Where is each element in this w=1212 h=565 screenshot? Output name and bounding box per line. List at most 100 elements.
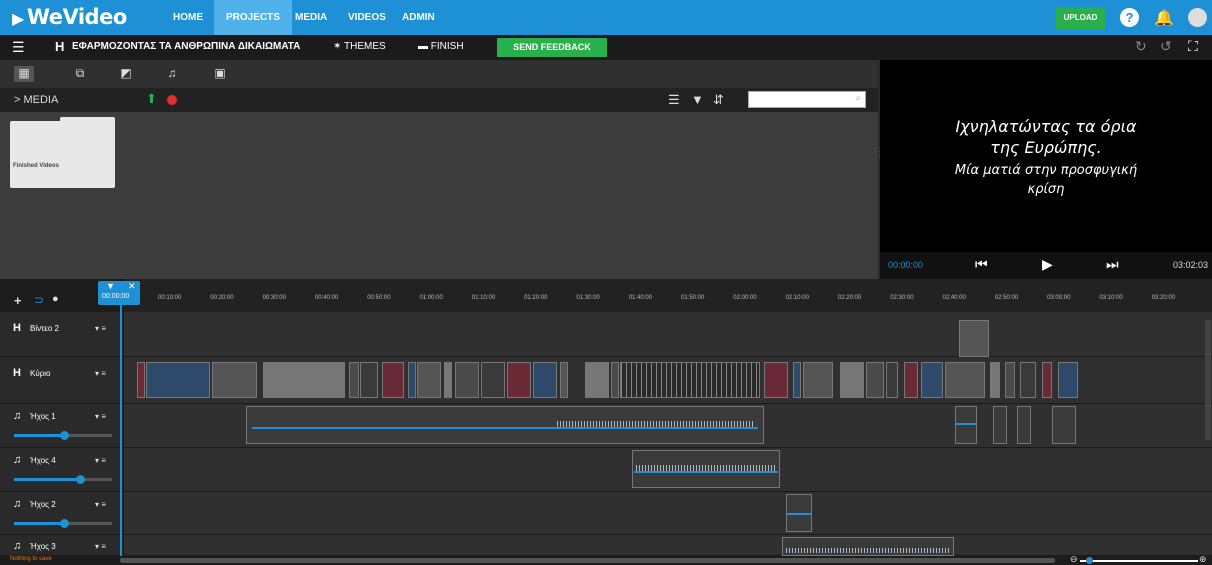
split-icon[interactable]: ✕ — [128, 281, 136, 292]
track-menu-icon[interactable]: ▾ ≡ — [95, 456, 106, 465]
video-clip[interactable] — [408, 362, 416, 398]
track-menu-icon[interactable]: ▾ ≡ — [95, 412, 106, 421]
sort-icon[interactable]: ⇵ — [713, 92, 724, 108]
tab-media-library-icon[interactable]: ▦ — [14, 66, 34, 82]
audio-clip[interactable] — [1017, 406, 1031, 444]
video-clip[interactable] — [921, 362, 943, 398]
folder-finished-videos[interactable]: Finished Videos — [10, 117, 115, 188]
video-clip[interactable] — [263, 362, 345, 398]
tab-transitions-icon[interactable]: ⧉ — [70, 66, 90, 82]
audio-clip[interactable] — [1052, 406, 1076, 444]
audio-clip[interactable] — [786, 494, 812, 532]
record-icon[interactable] — [167, 95, 177, 105]
video-clip[interactable] — [1042, 362, 1052, 398]
nav-home[interactable]: HOME — [161, 0, 215, 35]
video-clip[interactable] — [349, 362, 359, 398]
finish-button[interactable]: ▬ FINISH — [418, 41, 464, 52]
video-clip[interactable] — [360, 362, 378, 398]
track-menu-icon[interactable]: ▾ ≡ — [95, 500, 106, 509]
video-clip[interactable] — [146, 362, 210, 398]
tab-graphics-icon[interactable]: ◩ — [116, 66, 136, 82]
magnet-icon[interactable]: ⊃ — [34, 293, 44, 307]
video-clip[interactable] — [585, 362, 609, 398]
menu-icon[interactable]: ☰ — [12, 39, 25, 56]
video-clip[interactable] — [444, 362, 452, 398]
mic-icon[interactable]: ● — [52, 293, 59, 305]
track-name[interactable]: Βίντεο 2 — [30, 324, 59, 333]
help-icon[interactable]: ? — [1120, 8, 1139, 27]
redo-icon[interactable]: ↻ — [1135, 38, 1147, 55]
nav-projects[interactable]: PROJECTS — [214, 0, 292, 35]
audio-clip[interactable] — [632, 450, 780, 488]
filter-icon[interactable]: ▼ — [691, 92, 704, 107]
timeline-vertical-scrollbar[interactable] — [1205, 320, 1211, 440]
audio-clip[interactable] — [955, 406, 977, 444]
send-feedback-button[interactable]: SEND FEEDBACK — [497, 38, 607, 57]
video-clip[interactable] — [764, 362, 788, 398]
video-clip[interactable] — [945, 362, 985, 398]
themes-button[interactable]: ✶ THEMES — [333, 41, 386, 52]
nav-admin[interactable]: ADMIN — [390, 0, 447, 35]
track-menu-icon[interactable]: ▾ ≡ — [95, 369, 106, 378]
upload-button[interactable]: UPLOAD — [1056, 7, 1105, 29]
video-clip[interactable] — [1058, 362, 1078, 398]
play-icon[interactable]: ▶ — [1042, 256, 1053, 273]
wevideo-logo[interactable]: ▶ WeVideo — [12, 5, 127, 29]
volume-slider[interactable] — [14, 475, 112, 484]
video-clip[interactable] — [793, 362, 801, 398]
zoom-in-icon[interactable]: ⊕ — [1199, 554, 1207, 565]
panel-resize-handle[interactable]: ⋮ — [876, 150, 884, 164]
skip-back-icon[interactable]: ⏮ — [975, 256, 988, 273]
zoom-out-icon[interactable]: ⊖ — [1070, 554, 1078, 565]
video-clip[interactable] — [1005, 362, 1015, 398]
playhead[interactable]: ▼ ✕ 00:00:00 — [98, 281, 140, 305]
timeline-horizontal-scrollbar[interactable] — [120, 558, 1055, 563]
volume-knob[interactable] — [60, 519, 69, 528]
track-menu-icon[interactable]: ▾ ≡ — [95, 324, 106, 333]
undo-icon[interactable]: ↺ — [1160, 38, 1172, 55]
media-search-input[interactable]: ⌕ — [748, 91, 866, 108]
video-clip[interactable] — [137, 362, 145, 398]
track-name[interactable]: Ήχος 3 — [30, 542, 56, 551]
video-clip[interactable] — [904, 362, 918, 398]
upload-media-icon[interactable]: ⬆ — [146, 91, 157, 107]
project-title[interactable]: ΕΦΑΡΜΟΖΟΝΤΑΣ ΤΑ ΑΝΘΡΩΠΙΝΑ ΔΙΚΑΙΩΜΑΤΑ — [72, 41, 300, 52]
video-clip[interactable] — [1020, 362, 1036, 398]
audio-clip[interactable] — [246, 406, 764, 444]
track-name[interactable]: Κύριο — [30, 369, 51, 378]
track-name[interactable]: Ήχος 2 — [30, 500, 56, 509]
nav-media[interactable]: MEDIA — [283, 0, 339, 35]
video-clip[interactable] — [959, 320, 989, 357]
list-view-icon[interactable]: ☰ — [668, 92, 680, 108]
video-clip[interactable] — [417, 362, 441, 398]
volume-knob[interactable] — [76, 475, 85, 484]
tab-music-icon[interactable]: ♫ — [162, 66, 182, 82]
volume-knob[interactable] — [60, 431, 69, 440]
track-name[interactable]: Ήχος 1 — [30, 412, 56, 421]
video-clip[interactable] — [886, 362, 898, 398]
audio-clip[interactable] — [993, 406, 1007, 444]
video-clip[interactable] — [533, 362, 557, 398]
video-clip[interactable] — [803, 362, 833, 398]
zoom-knob[interactable] — [1086, 557, 1093, 564]
volume-slider[interactable] — [14, 431, 112, 440]
skip-forward-icon[interactable]: ⏭ — [1106, 256, 1119, 273]
fullscreen-icon[interactable]: ⛶ — [1188, 38, 1198, 55]
zoom-slider[interactable] — [1080, 560, 1198, 562]
add-track-icon[interactable]: + — [14, 293, 22, 308]
video-clip[interactable] — [840, 362, 864, 398]
avatar[interactable] — [1188, 8, 1207, 27]
video-clip[interactable] — [481, 362, 505, 398]
tab-text-icon[interactable]: ▣ — [210, 66, 230, 82]
video-clip[interactable] — [455, 362, 479, 398]
video-clip[interactable] — [990, 362, 1000, 398]
video-clip[interactable] — [507, 362, 531, 398]
bell-icon[interactable]: 🔔 — [1154, 8, 1174, 28]
video-clip[interactable] — [382, 362, 404, 398]
track-menu-icon[interactable]: ▾ ≡ — [95, 542, 106, 551]
volume-slider[interactable] — [14, 519, 112, 528]
track-name[interactable]: Ήχος 4 — [30, 456, 56, 465]
nav-videos[interactable]: VIDEOS — [336, 0, 398, 35]
audio-clip[interactable] — [782, 537, 954, 556]
timeline-ruler[interactable]: + ⊃ ● 00:10:00 00:20:00 00:30:00 00:40:00 00… — [0, 279, 1212, 312]
